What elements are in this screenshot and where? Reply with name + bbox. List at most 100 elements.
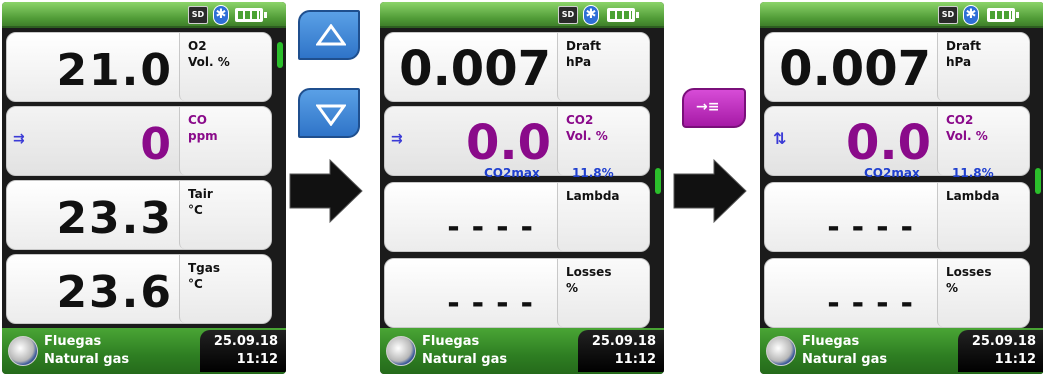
triangle-down-icon <box>316 104 346 126</box>
value-tgas: 23.6 <box>56 267 173 318</box>
measurement-panel-lambda[interactable]: ---- Lambda <box>384 182 650 252</box>
measurement-panel-co[interactable]: ⇉ 0 CO ppm <box>6 106 272 176</box>
label-tab: Losses % <box>937 259 1029 327</box>
label-unit: ppm <box>188 129 218 143</box>
selection-marker-icon: ⇉ <box>13 131 25 147</box>
program-logo-icon <box>386 336 416 366</box>
value-lambda: ---- <box>827 210 925 245</box>
sd-card-icon: SD <box>188 6 208 24</box>
time: 11:12 <box>236 352 278 367</box>
value-draft: 0.007 <box>399 41 551 97</box>
label-unit: Vol. % <box>946 129 988 143</box>
scrollbar[interactable] <box>1034 32 1042 322</box>
label-tab: Lambda <box>937 183 1029 251</box>
measurement-panel-tair[interactable]: 23.3 Tair °C <box>6 180 272 250</box>
time: 11:12 <box>994 352 1036 367</box>
datetime-box: 25.09.18 11:12 <box>578 330 664 372</box>
measurement-panel-lambda[interactable]: ---- Lambda <box>764 182 1030 252</box>
fuel-type: Natural gas <box>422 352 508 367</box>
label-unit: °C <box>188 203 203 217</box>
arrow-right-icon <box>289 158 363 224</box>
label-name: CO2 <box>946 113 974 127</box>
label-name: Tair <box>188 187 213 201</box>
bluetooth-icon: ✱ <box>213 5 229 25</box>
battery-icon <box>987 8 1019 22</box>
label-unit: hPa <box>946 55 972 69</box>
date: 25.09.18 <box>971 334 1036 349</box>
measurement-panel-losses[interactable]: ---- Losses % <box>384 258 650 328</box>
measurement-panel-o2[interactable]: 21.0 O2 Vol. % <box>6 32 272 102</box>
measurement-panel-losses[interactable]: ---- Losses % <box>764 258 1030 328</box>
value-co2: 0.0 <box>845 115 931 171</box>
device-screen-1: SD ✱ 21.0 O2 Vol. % ⇉ 0 CO ppm 23.3 Tair… <box>2 2 286 374</box>
value-co: 0 <box>140 119 173 170</box>
status-bar: SD ✱ <box>380 2 664 28</box>
function-key-purple[interactable]: →≡ <box>682 88 746 128</box>
datetime-box: 25.09.18 11:12 <box>200 330 286 372</box>
fuel-type: Natural gas <box>44 352 130 367</box>
down-key[interactable] <box>298 88 360 138</box>
battery-icon <box>607 8 639 22</box>
bottom-bar: Fluegas Natural gas 25.09.18 11:12 <box>2 328 286 374</box>
label-unit: % <box>946 281 959 295</box>
scrollbar[interactable] <box>654 32 662 322</box>
label-name: CO <box>188 113 208 127</box>
navigation-keys <box>289 0 368 376</box>
label-tab: Tgas °C <box>179 255 271 323</box>
value-draft: 0.007 <box>779 41 931 97</box>
scrollbar-thumb[interactable] <box>1035 168 1041 194</box>
selection-marker-icon: ⇉ <box>391 131 403 147</box>
label-tab: CO2 Vol. % <box>937 107 1029 175</box>
value-losses: ---- <box>447 286 545 321</box>
up-key[interactable] <box>298 10 360 60</box>
label-name: Losses <box>566 265 612 279</box>
value-losses: ---- <box>827 286 925 321</box>
label-name: Draft <box>946 39 981 53</box>
measurement-panel-draft[interactable]: 0.007 Draft hPa <box>384 32 650 102</box>
program-title: Fluegas <box>44 334 102 349</box>
datetime-box: 25.09.18 11:12 <box>958 330 1043 372</box>
label-unit: Vol. % <box>188 55 230 69</box>
scrollbar-thumb[interactable] <box>655 168 661 194</box>
measurement-panel-draft[interactable]: 0.007 Draft hPa <box>764 32 1030 102</box>
label-tab: O2 Vol. % <box>179 33 271 101</box>
label-name: O2 <box>188 39 207 53</box>
label-tab: Lambda <box>557 183 649 251</box>
bluetooth-icon: ✱ <box>963 5 979 25</box>
value-lambda: ---- <box>447 210 545 245</box>
measurement-panel-tgas[interactable]: 23.6 Tgas °C <box>6 254 272 324</box>
label-name: Losses <box>946 265 992 279</box>
co2max-value: 11.8% <box>952 166 994 180</box>
value-co2: 0.0 <box>465 115 551 171</box>
scrollbar[interactable] <box>276 32 284 322</box>
date: 25.09.18 <box>213 334 278 349</box>
time: 11:12 <box>614 352 656 367</box>
label-tab: CO2 Vol. % <box>557 107 649 175</box>
value-tair: 23.3 <box>56 193 173 244</box>
arrow-right-icon <box>673 158 747 224</box>
program-title: Fluegas <box>422 334 480 349</box>
co2max-value: 11.8% <box>572 166 614 180</box>
label-unit: hPa <box>566 55 592 69</box>
value-o2: 21.0 <box>56 45 173 96</box>
status-bar: SD ✱ <box>2 2 286 28</box>
program-logo-icon <box>8 336 38 366</box>
status-bar: SD ✱ <box>760 2 1043 28</box>
swap-icon: →≡ <box>696 99 720 115</box>
bluetooth-icon: ✱ <box>583 5 599 25</box>
label-tab: Tair °C <box>179 181 271 249</box>
fuel-type: Natural gas <box>802 352 888 367</box>
sd-card-icon: SD <box>558 6 578 24</box>
label-name: CO2 <box>566 113 594 127</box>
label-name: Lambda <box>946 189 1000 203</box>
program-title: Fluegas <box>802 334 860 349</box>
program-logo-icon <box>766 336 796 366</box>
co2max-info: CO2max 11.8% <box>764 166 1030 180</box>
date: 25.09.18 <box>591 334 656 349</box>
co2max-label: CO2max <box>484 166 540 180</box>
co2max-label: CO2max <box>864 166 920 180</box>
scrollbar-thumb[interactable] <box>277 42 283 68</box>
label-unit: % <box>566 281 579 295</box>
label-unit: Vol. % <box>566 129 608 143</box>
label-name: Tgas <box>188 261 221 275</box>
